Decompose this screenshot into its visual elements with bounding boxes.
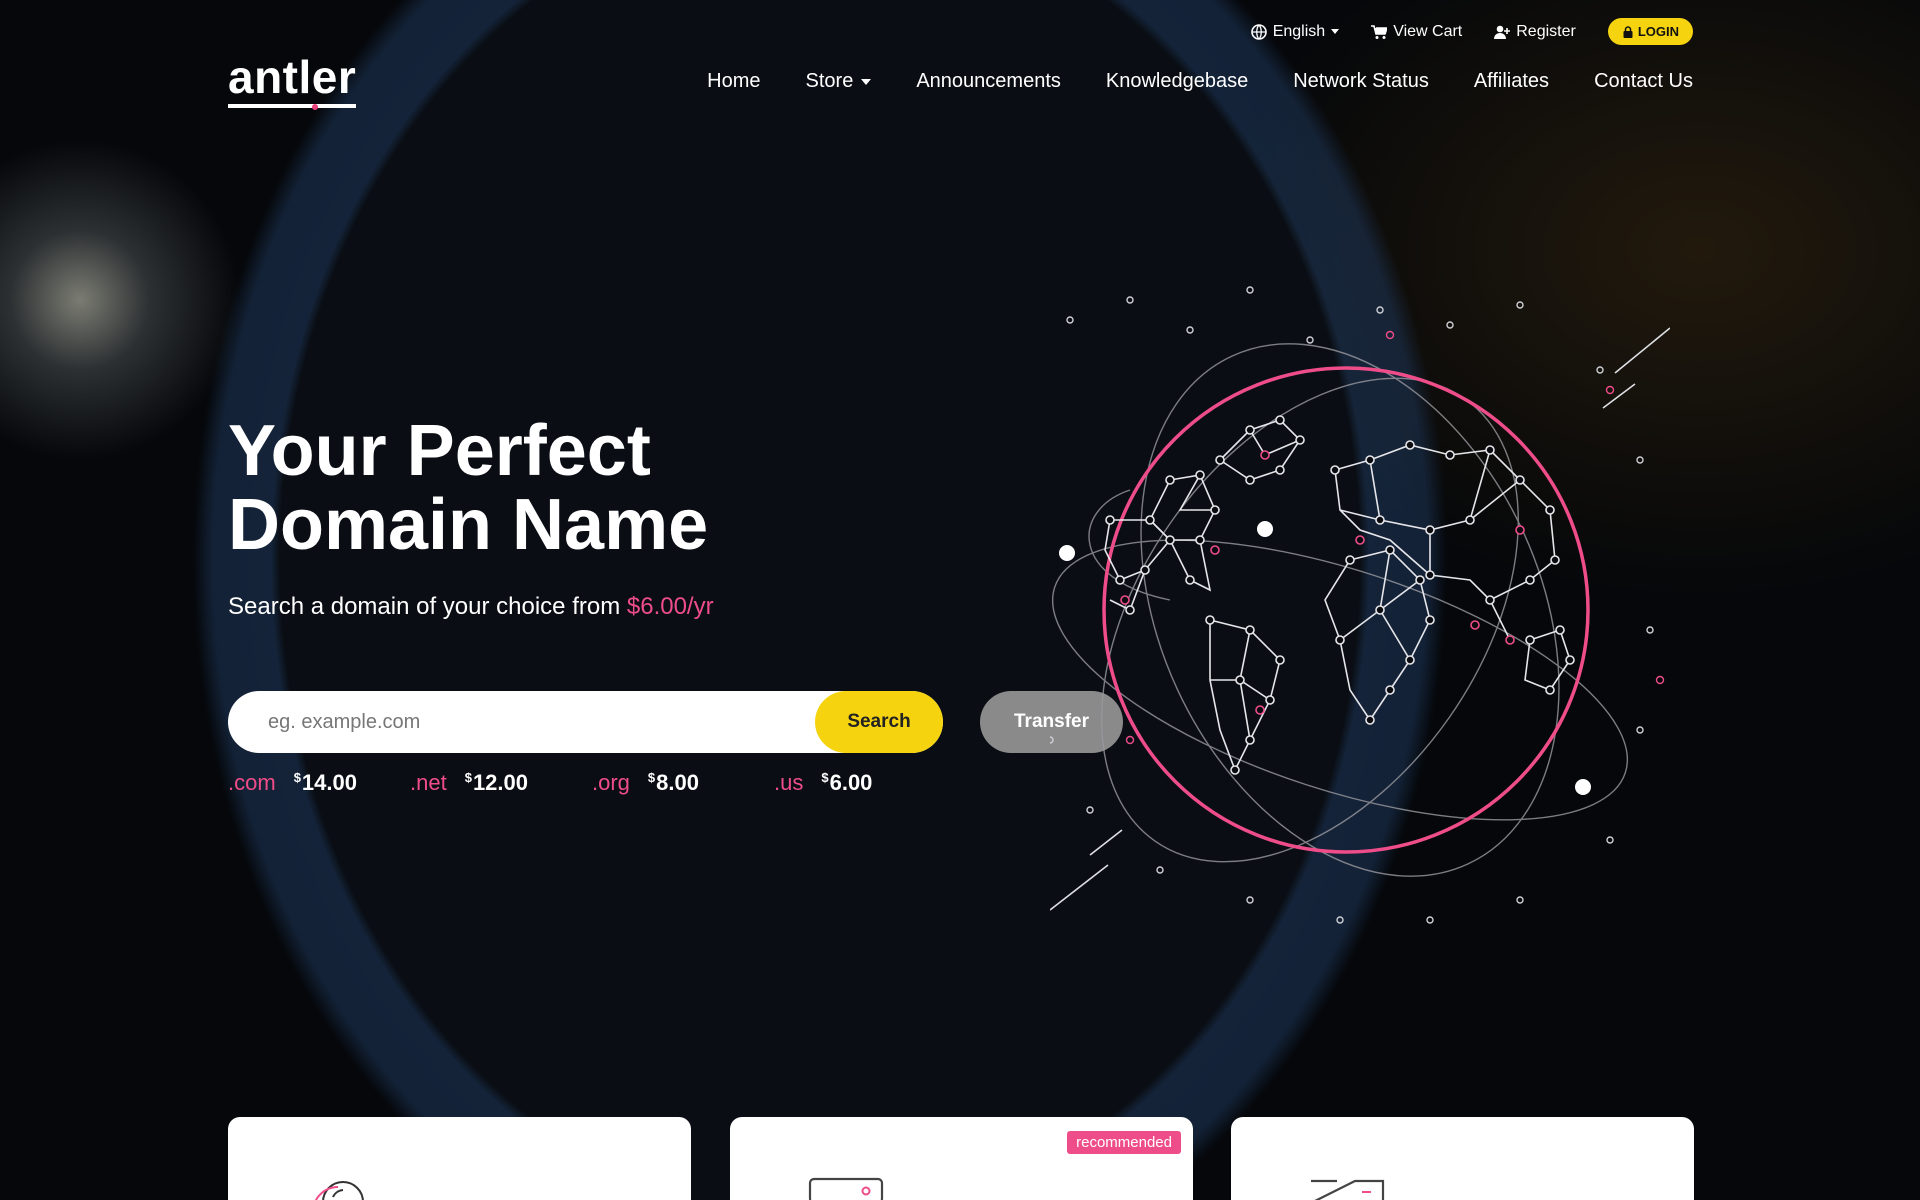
hero-subtitle-price: $6.00/yr: [626, 593, 714, 620]
nav-store[interactable]: Store: [806, 70, 872, 93]
hero-subtitle: Search a domain of your choice from $6.0…: [228, 593, 714, 621]
tld-ext: .net: [410, 770, 447, 795]
nav-knowledgebase[interactable]: Knowledgebase: [1106, 70, 1248, 93]
globe-icon: [1250, 23, 1267, 40]
nav-affiliates[interactable]: Affiliates: [1474, 70, 1549, 93]
language-label: English: [1272, 22, 1326, 40]
tld-ext: .org: [592, 770, 630, 795]
view-cart-label: View Cart: [1393, 22, 1463, 40]
tld-item: .com $14.00: [228, 770, 410, 796]
search-button[interactable]: Search: [815, 691, 943, 753]
tld-price: $6.00: [821, 770, 873, 795]
nav-network-status[interactable]: Network Status: [1293, 70, 1429, 93]
tld-item: .net $12.00: [410, 770, 592, 796]
recommended-badge: recommended: [1067, 1131, 1181, 1154]
hero-title-line1: Your Perfect: [228, 411, 651, 491]
main-nav: Home Store Announcements Knowledgebase N…: [707, 70, 1693, 93]
tld-ext: .us: [774, 770, 804, 795]
hero-title-line2: Domain Name: [228, 485, 709, 565]
hero-subtitle-text: Search a domain of your choice from: [228, 593, 621, 620]
logo-dot: [312, 104, 318, 110]
lock-icon: [1623, 25, 1633, 38]
login-button[interactable]: LOGIN: [1607, 18, 1693, 45]
login-label: LOGIN: [1637, 24, 1679, 39]
caret-down-icon: [1331, 29, 1340, 34]
nav-announcements[interactable]: Announcements: [916, 70, 1061, 93]
hosting-icon: [314, 1181, 364, 1200]
register-link[interactable]: Register: [1494, 23, 1576, 41]
logo-text: antler: [228, 51, 357, 103]
tld-price: $12.00: [464, 770, 528, 795]
tld-price: $8.00: [647, 770, 699, 795]
register-label: Register: [1516, 22, 1576, 40]
nav-home[interactable]: Home: [707, 70, 760, 93]
language-selector[interactable]: English: [1250, 22, 1340, 41]
server-icon: [808, 1177, 884, 1200]
user-plus-icon: [1494, 25, 1511, 39]
tld-price: $14.00: [293, 770, 357, 795]
hero-title: Your Perfect Domain Name: [228, 414, 928, 562]
tld-item: .org $8.00: [592, 770, 774, 796]
feature-card[interactable]: recommended: [730, 1117, 1193, 1200]
tld-ext: .com: [228, 770, 276, 795]
domain-search-box: Search: [228, 691, 943, 753]
nav-contact-us[interactable]: Contact Us: [1594, 70, 1693, 93]
globe-network-illustration: [1050, 286, 1670, 924]
view-cart-link[interactable]: View Cart: [1371, 23, 1462, 41]
brand-logo[interactable]: antler: [228, 50, 357, 110]
logo-underline: [228, 104, 357, 108]
nav-store-label: Store: [805, 70, 854, 92]
domain-icon: [1311, 1179, 1385, 1200]
feature-card[interactable]: [1231, 1117, 1694, 1200]
feature-card[interactable]: [228, 1117, 691, 1200]
caret-down-icon: [861, 78, 872, 85]
cart-icon: [1371, 24, 1388, 39]
tld-item: .us $6.00: [774, 770, 956, 796]
tld-price-list: .com $14.00 .net $12.00 .org $8.00 .us $…: [228, 770, 956, 796]
top-utility-bar: English View Cart Register LOGIN: [1250, 18, 1693, 45]
